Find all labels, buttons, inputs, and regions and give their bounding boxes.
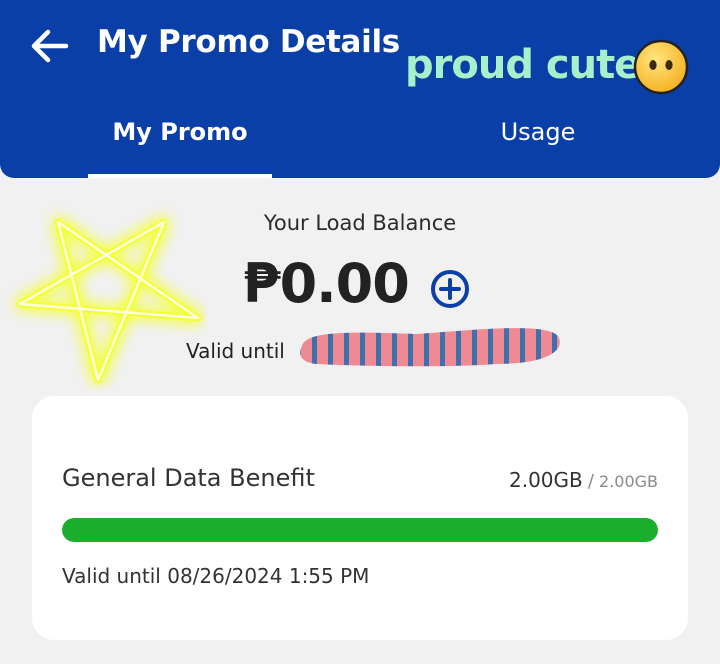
tab-my-promo-label: My Promo xyxy=(112,118,248,146)
plus-circle-icon[interactable] xyxy=(429,268,471,310)
tab-usage-label: Usage xyxy=(500,118,576,146)
benefit-amount: 2.00GB / 2.00GB xyxy=(509,468,658,492)
page-title: My Promo Details xyxy=(97,24,400,60)
active-tab-indicator xyxy=(88,174,272,178)
load-balance-amount: ₱0.00 xyxy=(243,252,410,315)
tab-my-promo[interactable]: My Promo xyxy=(88,112,272,178)
arrow-left-icon[interactable] xyxy=(28,26,72,66)
redacted-date xyxy=(300,328,560,367)
benefit-progress-bar xyxy=(62,518,658,542)
benefit-progress-fill xyxy=(62,518,658,542)
benefit-name: General Data Benefit xyxy=(62,464,315,492)
balance-valid-label: Valid until xyxy=(186,339,285,363)
load-balance-label: Your Load Balance xyxy=(263,211,457,235)
sticker-text: proud cute xyxy=(405,42,641,88)
benefit-total: 2.00GB xyxy=(599,472,658,491)
benefit-valid-until: Valid until 08/26/2024 1:55 PM xyxy=(62,564,370,588)
benefit-used: 2.00GB xyxy=(508,468,583,492)
app-header: My Promo Details proud cute My Promo Usa… xyxy=(0,0,720,178)
benefit-card[interactable]: General Data Benefit 2.00GB / 2.00GB Val… xyxy=(32,396,688,640)
benefit-separator: / xyxy=(587,471,594,492)
face-without-mouth-emoji-icon xyxy=(633,39,689,95)
tab-usage[interactable]: Usage xyxy=(438,112,638,178)
